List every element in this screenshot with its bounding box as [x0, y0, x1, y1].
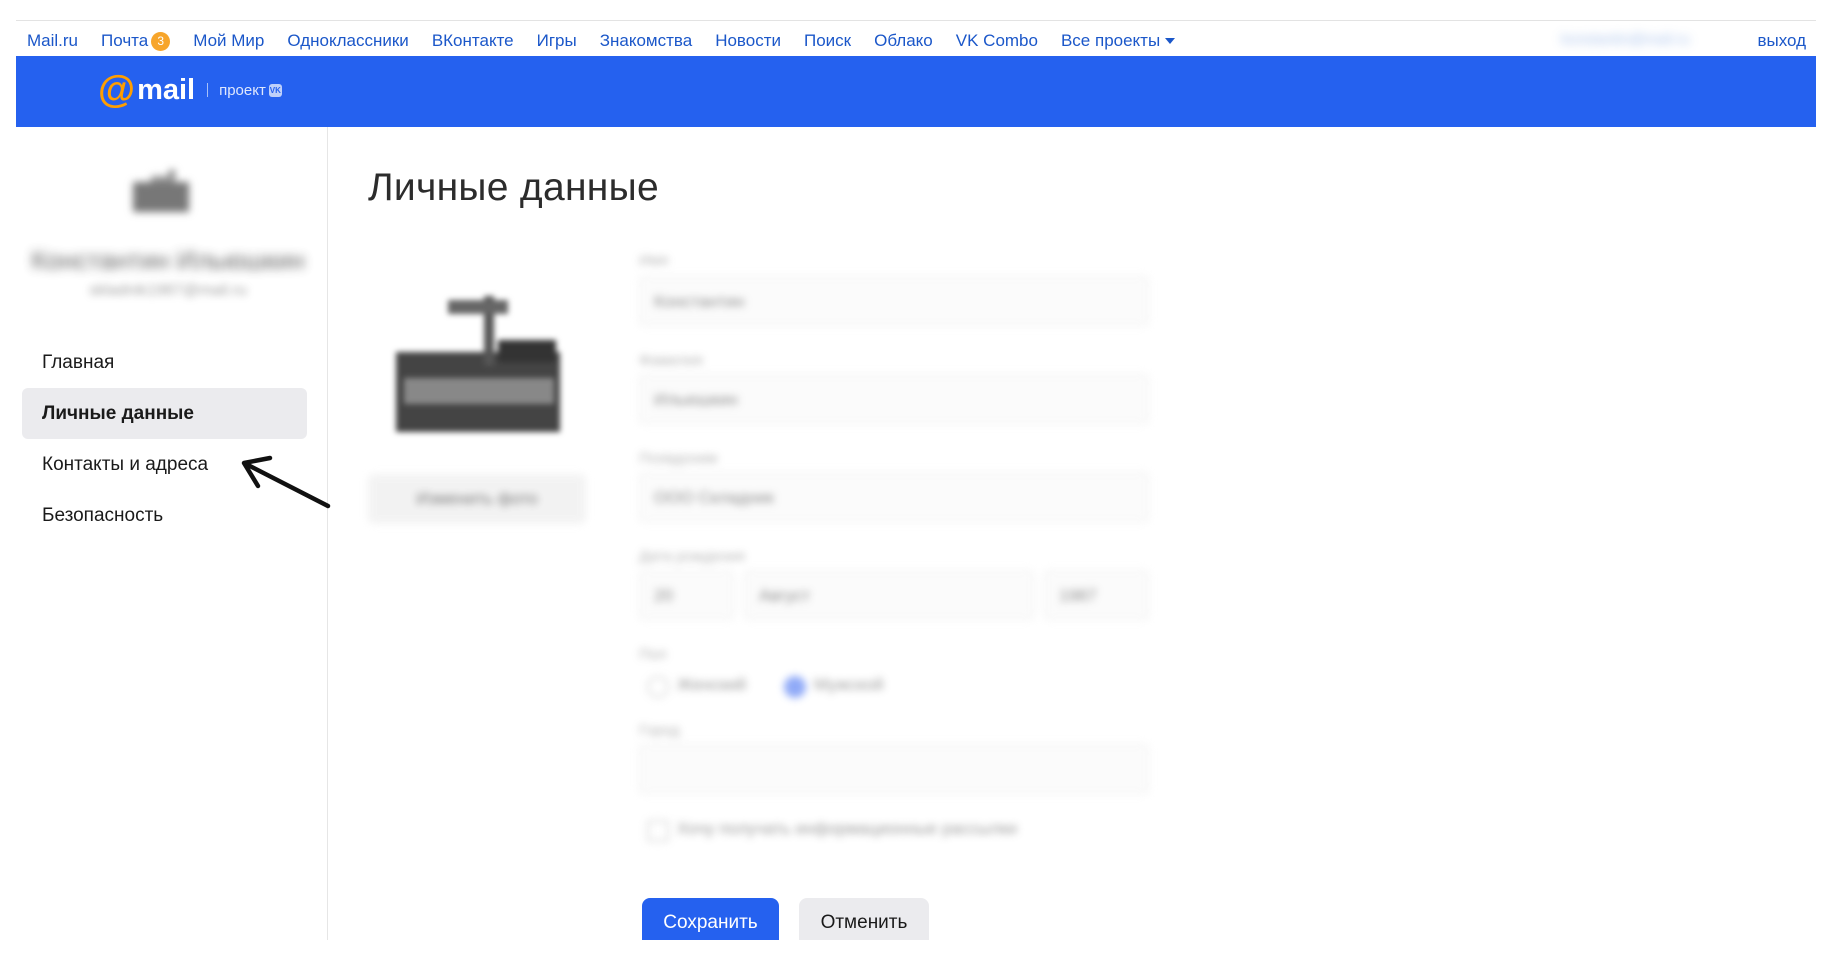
- bottom-edge: [0, 940, 1834, 958]
- page-title: Личные данные: [368, 166, 659, 209]
- profile-photo: [396, 296, 560, 432]
- portal-link-vk-combo[interactable]: VK Combo: [956, 31, 1038, 51]
- all-projects-label: Все проекты: [1060, 31, 1161, 50]
- logo-at-icon: @: [98, 69, 136, 111]
- gender-female-radio[interactable]: [647, 676, 669, 698]
- birth-year-select[interactable]: 1987: [1044, 570, 1149, 620]
- logo-divider: [207, 83, 209, 97]
- portal-link-mailru[interactable]: Mail.ru: [27, 31, 78, 51]
- newsletter-label: Хочу получать информационные рассылки: [677, 819, 1018, 838]
- sidebar-item-home[interactable]: Главная: [22, 337, 307, 388]
- sidebar: Константин Ильюшкин skladnik1987@mail.ru…: [16, 127, 328, 940]
- all-projects-dropdown[interactable]: Все проекты: [1060, 31, 1176, 51]
- first-name-label: Имя: [639, 252, 669, 269]
- logout-link[interactable]: выход: [1757, 31, 1806, 51]
- last-name-field[interactable]: Ильюшкин: [639, 374, 1149, 424]
- portal-link-search[interactable]: Поиск: [804, 31, 851, 51]
- sidebar-item-personal-data[interactable]: Личные данные: [22, 388, 307, 439]
- nickname-field[interactable]: ООО Складник: [639, 472, 1149, 522]
- newsletter-checkbox[interactable]: [647, 820, 669, 842]
- birth-day-select[interactable]: 20: [639, 570, 734, 620]
- vk-icon: VK: [268, 83, 282, 97]
- gender-label: Пол: [639, 646, 667, 663]
- city-field[interactable]: [639, 744, 1149, 794]
- header: @ mail проект VK: [16, 56, 1816, 127]
- annotation-arrow-icon: [241, 455, 331, 509]
- user-name-blurred: Константин Ильюшкин: [31, 245, 305, 275]
- last-name-label: Фамилия: [639, 352, 703, 369]
- avatar: [133, 170, 189, 212]
- portal-link-games[interactable]: Игры: [537, 31, 577, 51]
- portal-link-moi-mir[interactable]: Мой Мир: [193, 31, 264, 51]
- portal-bar: Mail.ru Почта 3 Мой Мир Одноклассники ВКо…: [16, 20, 1816, 57]
- change-photo-button-blurred[interactable]: Изменить фото: [368, 474, 586, 524]
- nickname-label: Псевдоним: [639, 450, 718, 467]
- mail-logo[interactable]: @ mail проект VK: [98, 69, 282, 111]
- user-email-blurred: skladnik1987@mail.ru: [89, 282, 247, 299]
- portal-link-label: Почта: [101, 31, 149, 50]
- gender-male-label: Мужской: [814, 675, 884, 694]
- birth-month-select[interactable]: Август: [744, 570, 1034, 620]
- portal-link-odnoklassniki[interactable]: Одноклассники: [287, 31, 408, 51]
- portal-links: Mail.ru Почта 3 Мой Мир Одноклассники ВКо…: [27, 31, 1198, 51]
- logo-project-label: проект: [219, 81, 266, 99]
- city-label: Город: [639, 722, 680, 739]
- unread-badge: 3: [151, 31, 171, 51]
- birthdate-label: Дата рождения: [639, 548, 745, 565]
- first-name-field[interactable]: Константин: [639, 276, 1149, 326]
- chevron-down-icon: [1165, 38, 1176, 44]
- logo-text: mail: [137, 74, 196, 106]
- portal-user-email-blurred[interactable]: konstantin@mail.ru: [1561, 31, 1731, 49]
- gender-female-label: Женский: [677, 675, 747, 694]
- portal-link-vkontakte[interactable]: ВКонтакте: [432, 31, 514, 51]
- gender-male-radio[interactable]: [784, 676, 806, 698]
- portal-link-pochta[interactable]: Почта 3: [101, 31, 171, 51]
- portal-link-dating[interactable]: Знакомства: [600, 31, 692, 51]
- portal-link-cloud[interactable]: Облако: [874, 31, 933, 51]
- page: Mail.ru Почта 3 Мой Мир Одноклассники ВКо…: [16, 0, 1816, 948]
- portal-link-news[interactable]: Новости: [715, 31, 781, 51]
